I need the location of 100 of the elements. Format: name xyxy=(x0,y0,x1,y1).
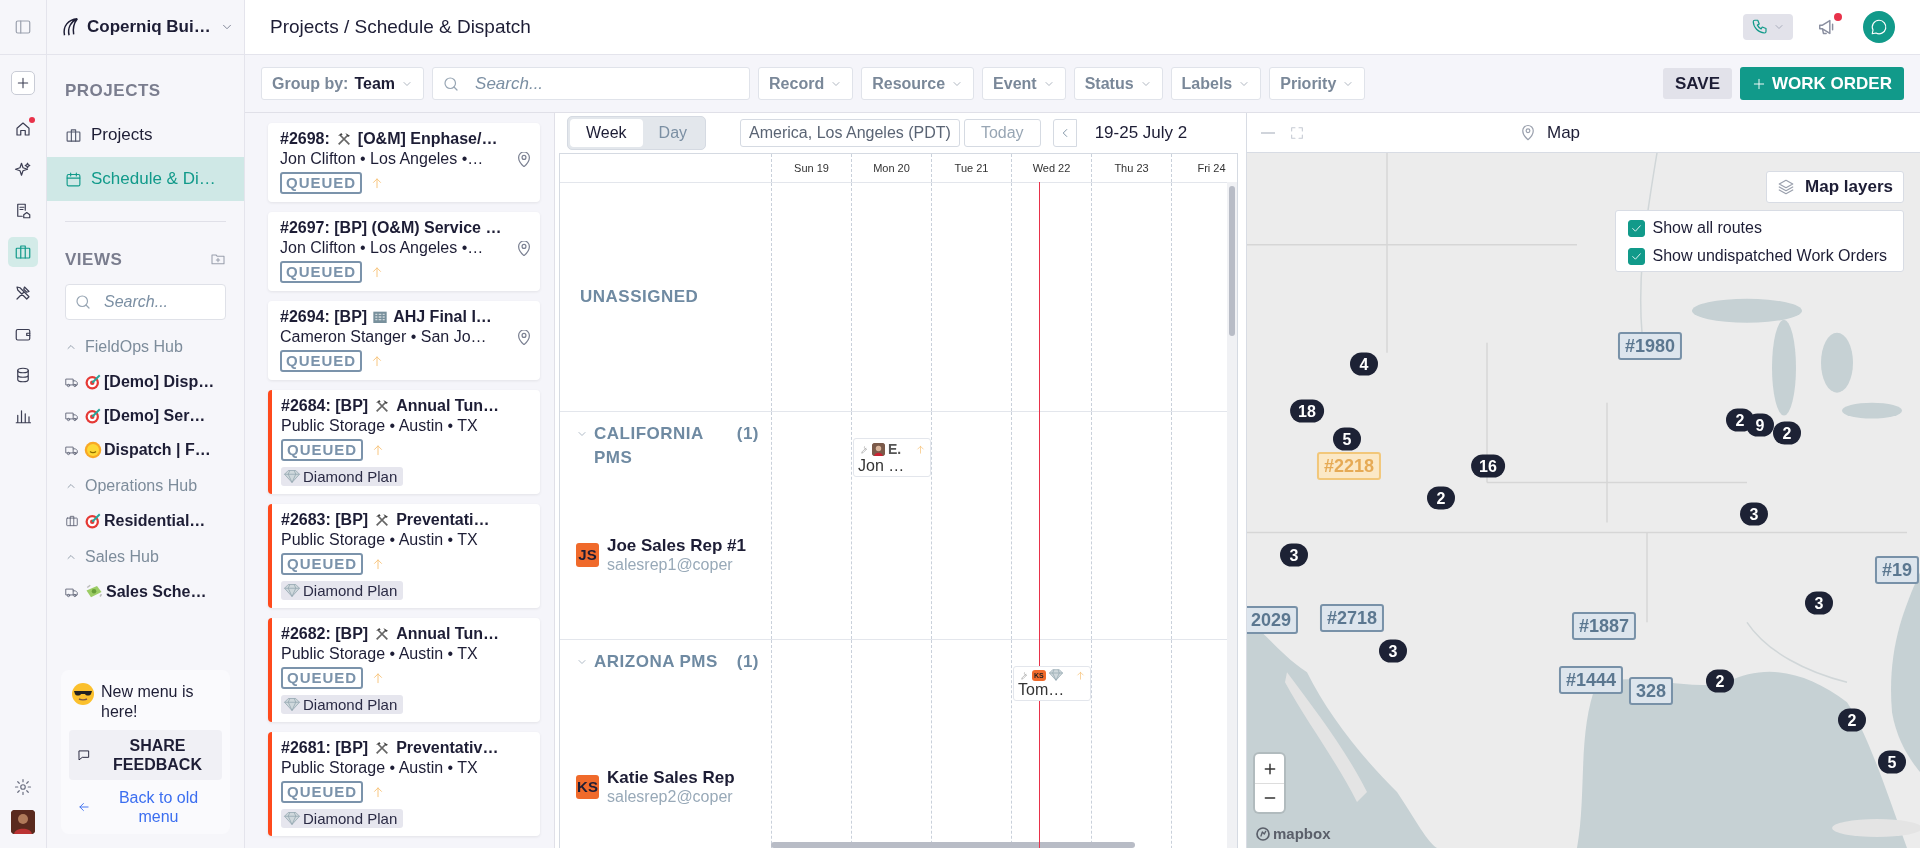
search-field[interactable]: Search... xyxy=(432,67,751,100)
checkbox[interactable] xyxy=(1627,247,1645,265)
status-badge: QUEUED xyxy=(281,553,364,575)
team-header[interactable]: ARIZONA PMS (1) xyxy=(576,650,759,674)
view-item[interactable]: [Demo] Ser… xyxy=(47,399,244,433)
work-order-card[interactable]: #2697: [BP] (O&M) Service … Jon Clifton • Los Angeles •… QUEUED xyxy=(268,212,540,291)
chat-button[interactable] xyxy=(1863,11,1895,43)
option-label: Show undispatched Work Orders xyxy=(1652,247,1887,265)
member-name: Katie Sales Rep xyxy=(607,767,735,788)
scrollbar-thumb[interactable] xyxy=(1229,186,1235,336)
day-header: Wed 22 xyxy=(1032,162,1071,174)
plus-nav-button[interactable] xyxy=(11,71,35,95)
work-order-marker[interactable]: 328 xyxy=(1629,677,1673,705)
event-title: Tom… xyxy=(1018,681,1066,698)
event-card[interactable]: E. Jon … xyxy=(853,438,931,477)
work-order-marker[interactable]: #1980 xyxy=(1617,332,1683,360)
filter-dropdown[interactable]: Priority xyxy=(1269,67,1366,100)
work-order-card[interactable]: #2682: [BP] Annual Tun… Public Storage • Austin • TX QUEUED Diamond Plan xyxy=(268,618,540,722)
location-pin-icon xyxy=(1519,123,1537,142)
share-feedback-button[interactable]: SHARE FEEDBACK xyxy=(69,730,222,780)
day-header: Fri 24 xyxy=(1197,162,1226,174)
diamond-icon xyxy=(283,811,301,826)
checkbox[interactable] xyxy=(1627,219,1645,237)
filter-dropdown[interactable]: Resource xyxy=(861,67,975,100)
work-order-title: Annual Tun… xyxy=(396,625,499,643)
briefcase-icon xyxy=(65,126,82,144)
back-link[interactable]: Back to old menu xyxy=(69,788,222,826)
briefcase-icon xyxy=(65,514,79,528)
work-order-title: Preventativ… xyxy=(396,739,499,757)
option-label: Show all routes xyxy=(1652,219,1762,237)
filter-dropdown[interactable]: Record xyxy=(758,67,854,100)
work-order-details: Jon Clifton • Los Angeles •… xyxy=(280,150,484,168)
work-order-marker[interactable]: #1887 xyxy=(1571,612,1637,640)
timezone-button[interactable]: America, Los Angeles (PDT) xyxy=(740,119,960,147)
home-icon xyxy=(14,120,32,138)
calendar-icon xyxy=(65,170,82,188)
work-order-card[interactable]: #2684: [BP] Annual Tun… Public Storage • Austin • TX QUEUED Diamond Plan xyxy=(268,390,540,494)
user-avatar[interactable] xyxy=(11,810,35,834)
sparkles-icon xyxy=(14,161,32,179)
work-order-title: #2694: [BP] xyxy=(280,308,368,326)
view-item[interactable]: [Demo] Disp… xyxy=(47,365,244,399)
section-label: PROJECTS xyxy=(64,80,162,102)
diamond-icon xyxy=(283,469,301,484)
truck-icon xyxy=(65,409,79,423)
phone-button[interactable] xyxy=(1743,14,1793,40)
diamond-icon xyxy=(283,697,301,712)
work-order-marker[interactable]: 2029 xyxy=(1247,606,1298,634)
sidebar-toggle-icon xyxy=(14,18,32,36)
briefcase-nav-button[interactable] xyxy=(8,237,38,267)
work-order-marker[interactable]: #2718 xyxy=(1319,604,1385,632)
team-header[interactable]: CALIFORNIA PMS (1) xyxy=(576,422,759,470)
work-order-details: Public Storage • Austin • TX xyxy=(281,759,478,777)
database-icon xyxy=(14,366,32,384)
breadcrumb: Projects / Schedule & Dispatch xyxy=(270,16,531,38)
comment-icon xyxy=(77,748,91,762)
plus-icon xyxy=(1752,76,1767,91)
view-tab[interactable]: Week xyxy=(570,119,643,147)
work-order-details: Public Storage • Austin • TX xyxy=(281,417,478,435)
sidebar-item[interactable]: Projects xyxy=(47,113,244,157)
view-item[interactable]: Dispatch | F… xyxy=(47,433,244,467)
filter-dropdown[interactable]: Event xyxy=(982,67,1066,100)
work-order-card[interactable]: #2681: [BP] Preventativ… Public Storage • Austin • TX QUEUED Diamond Plan xyxy=(268,732,540,836)
section-label: VIEWS xyxy=(64,249,124,271)
plan-tag: Diamond Plan xyxy=(281,581,404,600)
diamond-icon xyxy=(283,583,301,598)
filter-dropdown[interactable]: Status xyxy=(1073,67,1163,100)
sunglasses-face-icon xyxy=(71,682,95,706)
work-order-card[interactable]: #2683: [BP] Preventati… Public Storage • Austin • TX QUEUED Diamond Plan xyxy=(268,504,540,608)
user-avatar xyxy=(872,442,885,456)
work-order-card[interactable]: #2694: [BP] AHJ Final I… Cameron Stanger • San Jo… QUEUED xyxy=(268,301,540,380)
scrollbar-thumb[interactable] xyxy=(771,842,1135,848)
save-button[interactable]: SAVE xyxy=(1663,68,1733,99)
chat-icon xyxy=(1870,18,1888,36)
truck-icon xyxy=(65,585,79,599)
office-building-icon xyxy=(371,309,390,325)
work-order-marker[interactable]: #1444 xyxy=(1558,666,1624,694)
search-icon xyxy=(74,293,92,311)
workspace-name[interactable]: Coperniq Bui… xyxy=(87,17,211,37)
view-item[interactable]: Sales Sche… xyxy=(47,575,244,609)
status-badge: QUEUED xyxy=(281,439,364,461)
briefcase-icon xyxy=(14,243,32,261)
work-order-details: Public Storage • Austin • TX xyxy=(281,531,478,549)
plan-tag: Diamond Plan xyxy=(281,695,404,714)
work-order-marker[interactable]: #19 xyxy=(1875,556,1919,584)
arrow-up-icon xyxy=(915,443,926,455)
bar-chart-icon xyxy=(14,407,32,425)
panel-title: Map xyxy=(1547,122,1581,143)
work-order-details: Cameron Stanger • San Jo… xyxy=(280,328,487,346)
status-badge: QUEUED xyxy=(281,667,364,689)
group-by-dropdown[interactable]: Group by: Team xyxy=(261,67,425,100)
fullscreen-icon xyxy=(1289,124,1305,141)
member-email: salesrep1@coper xyxy=(607,555,734,574)
view-item[interactable]: Residential… xyxy=(47,504,244,538)
map-layers-button[interactable]: Map layers xyxy=(1766,171,1904,203)
work-order-title: [O&M] Enphase/… xyxy=(357,130,498,148)
search-field[interactable]: Search... xyxy=(65,284,226,320)
filter-dropdown[interactable]: Labels xyxy=(1170,67,1262,100)
work-order-card[interactable]: #2698: [O&M] Enphase/… Jon Clifton • Los Angeles •… QUEUED xyxy=(268,123,540,202)
plus-icon xyxy=(15,75,31,91)
phone-icon xyxy=(1751,18,1769,36)
